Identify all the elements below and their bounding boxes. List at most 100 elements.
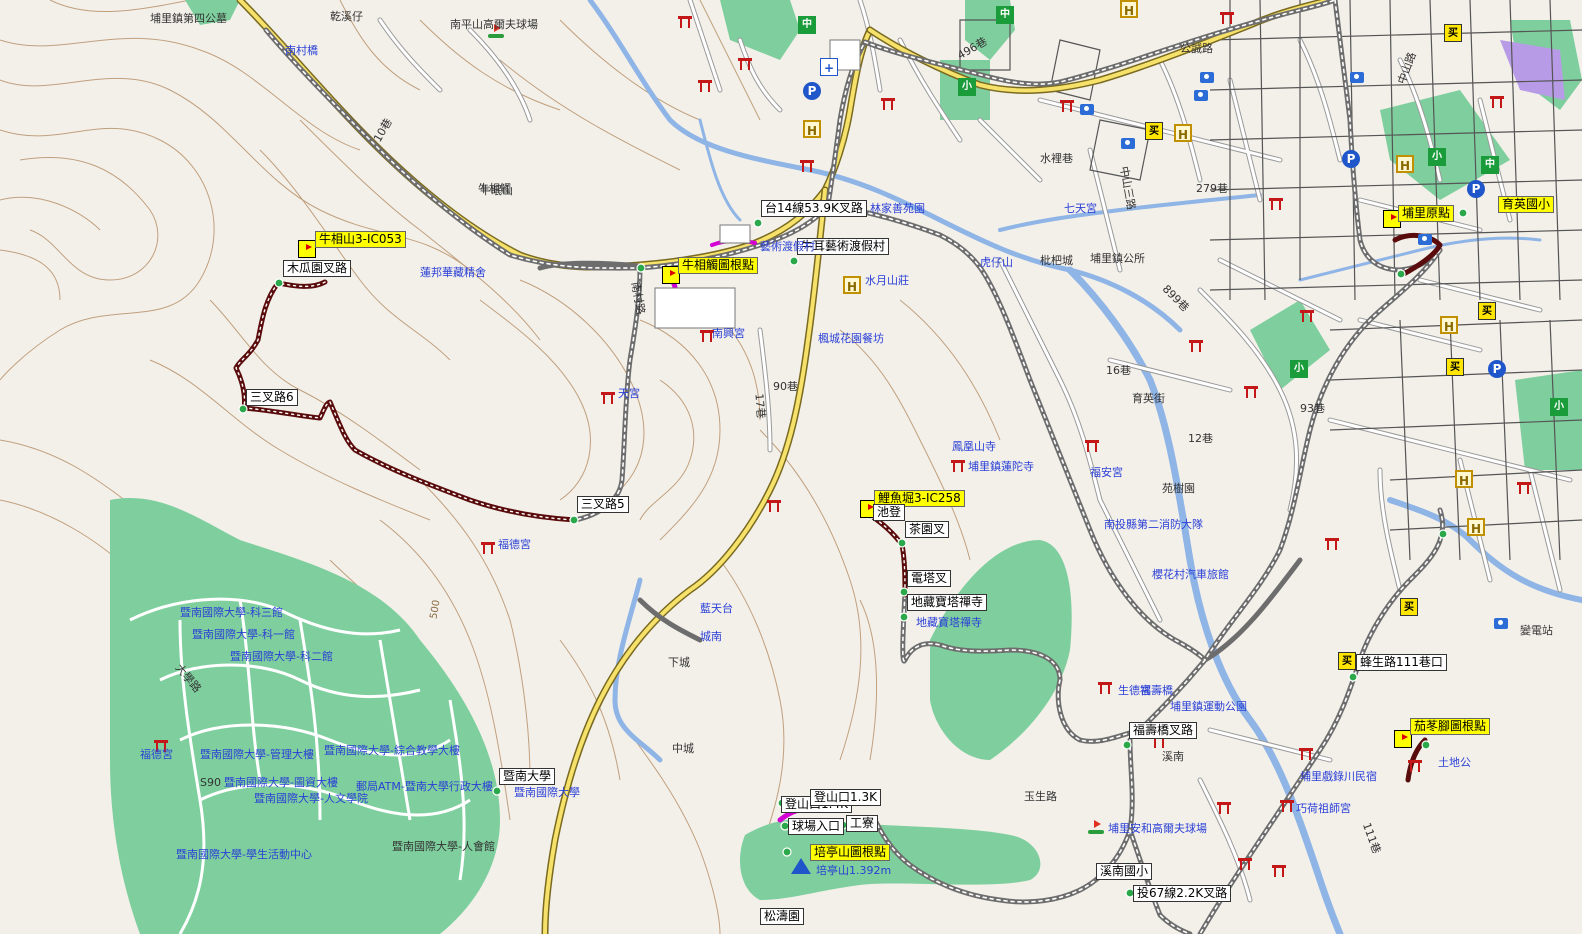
camera-icon[interactable] xyxy=(1194,90,1208,101)
waypoint-label[interactable]: 埔里原點 xyxy=(1398,205,1455,222)
map-label: 溪南 xyxy=(1162,750,1184,763)
waypoint-label[interactable]: 牛相山3-IC053 xyxy=(315,231,406,248)
map-label: 暨南國際大學-管理大樓 xyxy=(200,748,314,761)
hospital-icon[interactable]: + xyxy=(820,58,838,76)
temple-icon[interactable] xyxy=(951,460,965,472)
hotel-icon[interactable]: H xyxy=(1120,0,1138,18)
map-label: 巧荷祖師宮 xyxy=(1296,802,1351,815)
temple-icon[interactable] xyxy=(1325,538,1339,550)
hotel-icon[interactable]: H xyxy=(843,276,861,294)
parking-icon[interactable]: P xyxy=(1488,360,1506,378)
temple-icon[interactable] xyxy=(1220,12,1234,24)
waypoint-label[interactable]: 池登 xyxy=(873,504,906,521)
school-icon[interactable]: 中 xyxy=(798,16,816,34)
parking-icon[interactable]: P xyxy=(1342,150,1360,168)
waypoint-label[interactable]: 電塔叉 xyxy=(907,570,952,587)
temple-icon[interactable] xyxy=(767,500,781,512)
temple-icon[interactable] xyxy=(1060,100,1074,112)
parking-icon[interactable]: P xyxy=(803,82,821,100)
peak-icon[interactable] xyxy=(791,858,811,874)
shop-icon[interactable]: 买 xyxy=(1338,652,1356,670)
waypoint-label[interactable]: 松濤園 xyxy=(760,908,805,925)
shop-icon[interactable]: 买 xyxy=(1478,302,1496,320)
school-icon[interactable]: 小 xyxy=(1428,148,1446,166)
map-label: 福德宮 xyxy=(498,538,531,551)
camera-icon[interactable] xyxy=(1121,138,1135,149)
shop-icon[interactable]: 买 xyxy=(1444,24,1462,42)
waypoint-label[interactable]: 福壽橋叉路 xyxy=(1129,722,1198,739)
hotel-icon[interactable]: H xyxy=(1467,518,1485,536)
map-label: S90 xyxy=(200,776,221,789)
temple-icon[interactable] xyxy=(1490,96,1504,108)
hotel-icon[interactable]: H xyxy=(803,120,821,138)
waypoint-label[interactable]: 地藏寶塔禪寺 xyxy=(907,594,988,611)
waypoint-label[interactable]: 三叉路5 xyxy=(577,496,629,513)
map-label: 埔里鎮公所 xyxy=(1090,252,1145,265)
temple-icon[interactable] xyxy=(1189,340,1203,352)
temple-icon[interactable] xyxy=(1269,198,1283,210)
waypoint-label[interactable]: 登山口1.3K xyxy=(810,789,881,806)
school-icon[interactable]: 小 xyxy=(1290,360,1308,378)
camera-icon[interactable] xyxy=(1200,72,1214,83)
temple-icon[interactable] xyxy=(1300,310,1314,322)
shop-icon[interactable]: 买 xyxy=(1145,122,1163,140)
temple-icon[interactable] xyxy=(601,392,615,404)
map-label: 育英街 xyxy=(1132,392,1165,405)
temple-icon[interactable] xyxy=(1085,440,1099,452)
temple-icon[interactable] xyxy=(1244,386,1258,398)
camera-icon[interactable] xyxy=(1080,104,1094,115)
waypoint-label[interactable]: 蜂生路111巷口 xyxy=(1356,654,1447,671)
hotel-icon[interactable]: H xyxy=(1440,316,1458,334)
school-icon[interactable]: 中 xyxy=(996,6,1014,24)
hotel-icon[interactable]: H xyxy=(1455,470,1473,488)
temple-icon[interactable] xyxy=(800,160,814,172)
school-icon[interactable]: 小 xyxy=(958,78,976,96)
camera-icon[interactable] xyxy=(1350,72,1364,83)
shop-icon[interactable]: 买 xyxy=(1446,358,1464,376)
parking-icon[interactable]: P xyxy=(1467,180,1485,198)
map-label: 埔里鎮第四公墓 xyxy=(150,12,227,25)
temple-icon[interactable] xyxy=(1408,760,1422,772)
temple-icon[interactable] xyxy=(881,98,895,110)
map-label: 暨南國際大學-綜合教學大樓 xyxy=(324,744,460,757)
map-label: 櫻花村汽車旅館 xyxy=(1152,568,1229,581)
waypoint-label[interactable]: 投67線2.2K叉路 xyxy=(1133,885,1232,902)
waypoint-label[interactable]: 溪南國小 xyxy=(1096,863,1153,880)
temple-icon[interactable] xyxy=(1217,802,1231,814)
temple-icon[interactable] xyxy=(1098,682,1112,694)
waypoint-label[interactable]: 木瓜園叉路 xyxy=(283,260,352,277)
waypoint-label[interactable]: 暨南大學 xyxy=(499,768,556,785)
shop-icon[interactable]: 买 xyxy=(1400,598,1418,616)
map-label: 南平山高爾夫球場 xyxy=(450,18,538,31)
waypoint-label[interactable]: 三叉路6 xyxy=(246,389,298,406)
temple-icon[interactable] xyxy=(678,16,692,28)
waypoint-label[interactable]: 工寮 xyxy=(846,815,879,832)
waypoint-label[interactable]: 茶園叉 xyxy=(905,521,950,538)
temple-icon[interactable] xyxy=(698,80,712,92)
map-canvas[interactable]: H H H H H H H H P P P P + 中 中 小 小 小 小 中 … xyxy=(0,0,1582,934)
school-icon[interactable]: 小 xyxy=(1550,398,1568,416)
school-icon[interactable]: 中 xyxy=(1481,156,1499,174)
golf-icon[interactable] xyxy=(1088,820,1104,834)
temple-icon[interactable] xyxy=(1280,800,1294,812)
temple-icon[interactable] xyxy=(1238,858,1252,870)
temple-icon[interactable] xyxy=(738,58,752,70)
waypoint-label[interactable]: 茄苳腳圖根點 xyxy=(1410,718,1491,735)
temple-icon[interactable] xyxy=(1299,748,1313,760)
map-label: 93巷 xyxy=(1300,402,1325,415)
map-label: 藝術渡假村 xyxy=(760,240,815,253)
camera-icon[interactable] xyxy=(1494,618,1508,629)
waypoint-flag-icon[interactable] xyxy=(298,240,316,258)
temple-icon[interactable] xyxy=(1272,865,1286,877)
waypoint-label[interactable]: 牛相觸圖根點 xyxy=(678,257,759,274)
hotel-icon[interactable]: H xyxy=(1174,124,1192,142)
map-label: 埔里鎮運動公園 xyxy=(1170,700,1247,713)
waypoint-label[interactable]: 球場入口 xyxy=(788,818,845,835)
camera-icon[interactable] xyxy=(1418,234,1432,245)
waypoint-label[interactable]: 台14線53.9K叉路 xyxy=(761,200,867,217)
temple-icon[interactable] xyxy=(1517,482,1531,494)
hotel-icon[interactable]: H xyxy=(1396,155,1414,173)
waypoint-label[interactable]: 培亭山圖根點 xyxy=(810,844,891,861)
temple-icon[interactable] xyxy=(481,542,495,554)
waypoint-label[interactable]: 育英國小 xyxy=(1498,196,1555,213)
